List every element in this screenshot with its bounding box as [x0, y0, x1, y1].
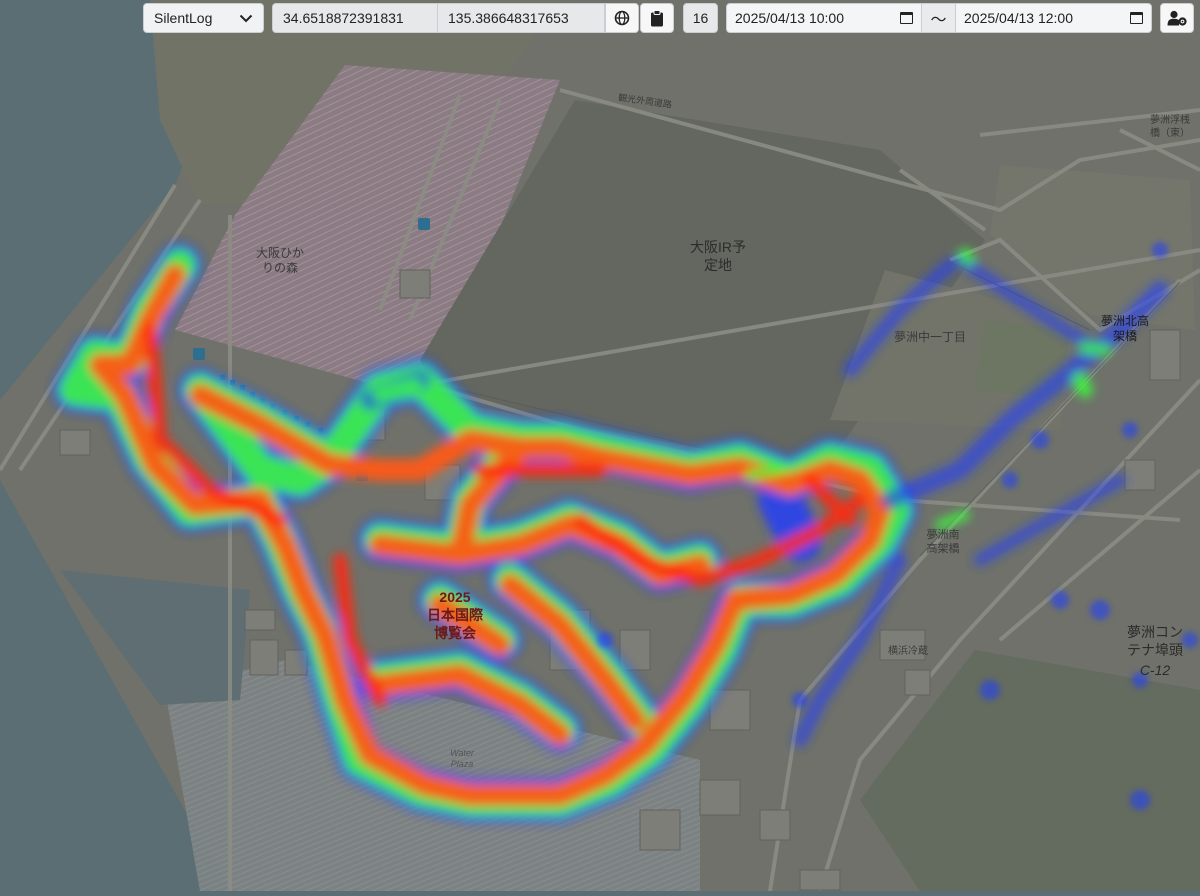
source-select-value: SilentLog	[154, 10, 213, 26]
label-osaka-hikari: 大阪ひか りの森	[255, 246, 304, 275]
longitude-value: 135.386648317653	[448, 10, 569, 26]
label-water-plaza: Water Plaza	[450, 748, 474, 769]
locate-button[interactable]	[605, 3, 639, 33]
range-separator-text: 〜	[930, 12, 947, 29]
map-view[interactable]: 大阪ひか りの森 大阪IR予 定地 観光外周道路 夢洲中一丁目 夢洲北高 架橋 …	[0, 0, 1200, 892]
calendar-icon[interactable]	[900, 12, 913, 24]
copy-button[interactable]	[640, 3, 674, 33]
range-separator: 〜	[921, 3, 956, 33]
zoom-level[interactable]: 16	[683, 3, 718, 33]
start-datetime-value: 2025/04/13 10:00	[735, 10, 844, 26]
user-gear-icon	[1167, 10, 1187, 26]
toolbar: SilentLog 34.6518872391831 135.386648317…	[0, 0, 1200, 40]
source-select[interactable]: SilentLog	[143, 3, 264, 33]
label-yumeshima-1chome: 夢洲中一丁目	[893, 330, 966, 344]
zoom-value: 16	[692, 10, 709, 26]
label-yumeshima-kita-bridge: 夢洲北高 架橋	[1100, 314, 1149, 343]
latitude-input[interactable]: 34.6518872391831	[272, 3, 438, 33]
label-yumeshima-minami-bridge: 夢洲南 高架橋	[926, 529, 960, 555]
end-datetime-value: 2025/04/13 12:00	[964, 10, 1073, 26]
end-datetime-input[interactable]: 2025/04/13 12:00	[955, 3, 1152, 33]
label-yumeshima-pier-bridge: 夢洲浮桟 橋（東）	[1150, 115, 1190, 139]
label-terminal-code: C-12	[1139, 662, 1171, 678]
calendar-icon[interactable]	[1130, 12, 1143, 24]
start-datetime-input[interactable]: 2025/04/13 10:00	[726, 3, 922, 33]
user-settings-button[interactable]	[1160, 3, 1194, 33]
label-yokohama-reizo: 横浜冷蔵	[888, 646, 928, 657]
label-expo: 2025 日本国際 博覧会	[427, 589, 483, 641]
label-container-terminal: 夢洲コン テナ埠頭	[1127, 624, 1183, 658]
map-canvas[interactable]	[0, 0, 1200, 892]
chevron-down-icon	[239, 14, 253, 22]
clipboard-icon	[651, 9, 663, 26]
label-osaka-ir: 大阪IR予 定地	[690, 239, 746, 273]
latitude-value: 34.6518872391831	[283, 10, 404, 26]
longitude-input[interactable]: 135.386648317653	[437, 3, 605, 33]
globe-icon	[614, 10, 630, 26]
